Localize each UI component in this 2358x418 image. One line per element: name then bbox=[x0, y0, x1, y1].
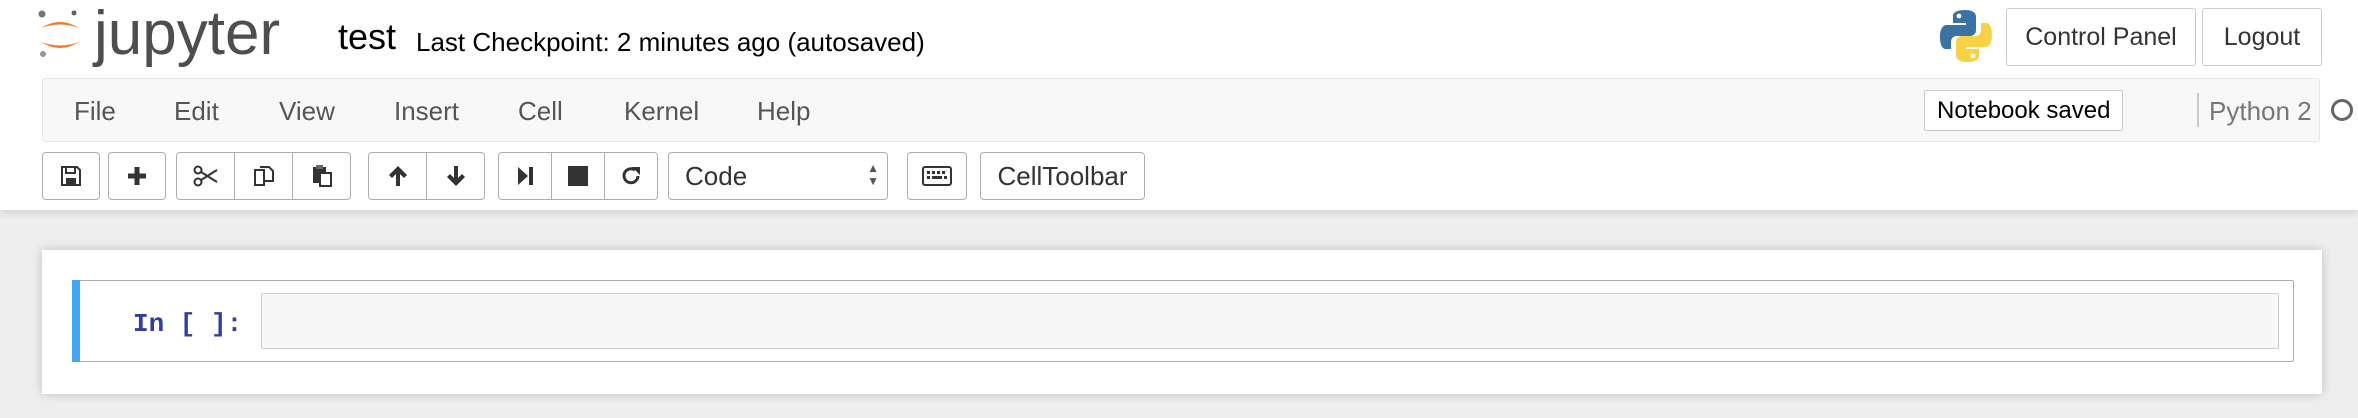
menu-view[interactable]: View bbox=[279, 96, 335, 127]
jupyter-logo-icon bbox=[38, 10, 79, 57]
move-cells-down-button[interactable] bbox=[426, 152, 485, 200]
arrow-down-icon bbox=[446, 166, 465, 186]
notebook-name[interactable]: test bbox=[338, 16, 396, 58]
interrupt-kernel-button[interactable] bbox=[551, 152, 605, 200]
jupyter-logo-text: jupyter bbox=[94, 0, 281, 68]
menu-file[interactable]: File bbox=[74, 96, 116, 127]
command-palette-button[interactable] bbox=[907, 152, 967, 200]
celltoolbar-button[interactable]: CellToolbar bbox=[980, 152, 1145, 200]
cell-type-value: Code bbox=[685, 160, 748, 191]
header: jupyter test Last Checkpoint: 2 minutes … bbox=[0, 0, 2358, 210]
jupyter-logo[interactable]: jupyter bbox=[38, 0, 308, 74]
copy-cells-button[interactable] bbox=[234, 152, 293, 200]
restart-kernel-button[interactable] bbox=[604, 152, 658, 200]
refresh-icon bbox=[622, 167, 640, 185]
control-panel-button[interactable]: Control Panel bbox=[2006, 8, 2196, 66]
kernel-name: Python 2 bbox=[2209, 96, 2312, 126]
kernel-divider bbox=[2197, 93, 2199, 127]
cut-cells-button[interactable] bbox=[176, 152, 235, 200]
notebook-container: In [ ]: bbox=[42, 250, 2322, 394]
code-input[interactable] bbox=[261, 293, 2279, 349]
menu-help[interactable]: Help bbox=[757, 96, 810, 127]
arrow-up-icon bbox=[388, 166, 407, 186]
menubar: File Edit View Insert Cell Kernel Help N… bbox=[42, 78, 2353, 142]
copy-icon bbox=[253, 166, 274, 186]
code-cell[interactable]: In [ ]: bbox=[72, 280, 2294, 362]
select-arrows-icon: ▲ ▼ bbox=[867, 161, 879, 188]
move-cells-up-button[interactable] bbox=[368, 152, 427, 200]
paste-cells-button[interactable] bbox=[292, 152, 351, 200]
scissors-icon bbox=[193, 165, 218, 187]
stop-icon bbox=[568, 166, 588, 186]
plus-icon bbox=[128, 167, 146, 185]
input-prompt: In [ ]: bbox=[133, 309, 243, 339]
kernel-idle-circle-icon bbox=[2331, 99, 2353, 121]
save-button[interactable] bbox=[42, 152, 100, 200]
menu-edit[interactable]: Edit bbox=[174, 96, 219, 127]
python-logo-icon bbox=[1938, 8, 1994, 69]
notification-notebook-saved: Notebook saved bbox=[1924, 90, 2124, 131]
keyboard-icon bbox=[922, 166, 952, 186]
selected-cell-indicator bbox=[72, 280, 80, 362]
step-forward-icon bbox=[518, 167, 533, 185]
paste-icon bbox=[312, 165, 332, 187]
menu-kernel[interactable]: Kernel bbox=[624, 96, 699, 127]
insert-cell-below-button[interactable] bbox=[108, 152, 166, 200]
cell-type-select[interactable]: Code ▲ ▼ bbox=[668, 152, 888, 200]
menu-insert[interactable]: Insert bbox=[394, 96, 459, 127]
run-cell-button[interactable] bbox=[498, 152, 552, 200]
logout-button[interactable]: Logout bbox=[2202, 8, 2322, 66]
checkpoint-status: Last Checkpoint: 2 minutes ago (autosave… bbox=[416, 27, 925, 57]
menu-cell[interactable]: Cell bbox=[518, 96, 563, 127]
floppy-disk-icon bbox=[61, 166, 81, 186]
